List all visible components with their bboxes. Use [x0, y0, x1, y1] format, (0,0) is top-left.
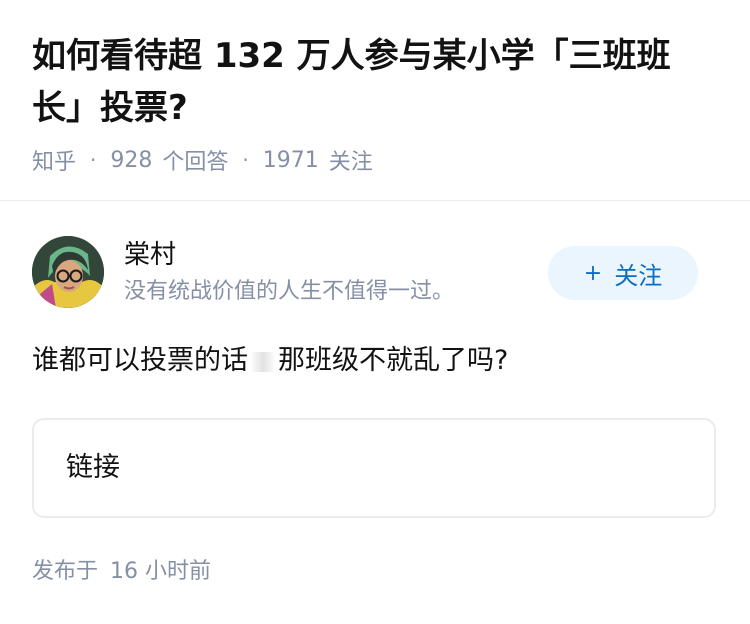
follower-count: 1971: [262, 147, 319, 173]
avatar[interactable]: [32, 236, 104, 308]
link-card[interactable]: 链接: [32, 418, 716, 518]
meta-separator: ·: [90, 148, 97, 172]
author-card: 棠村 没有统战价值的人生不值得一过。 + 关注: [32, 236, 722, 310]
link-card-label: 链接: [66, 452, 120, 483]
answer-count: 928: [110, 147, 153, 173]
meta-separator: ·: [242, 148, 249, 172]
answer-text-part: 那班级不就乱了吗?: [278, 345, 509, 376]
answer-count-label: 个回答: [162, 150, 229, 175]
follow-button-label: 关注: [614, 261, 663, 290]
source-label[interactable]: 知乎: [32, 144, 76, 176]
follow-button[interactable]: + 关注: [548, 246, 698, 300]
avatar-image: [32, 236, 104, 308]
follower-count-label: 关注: [328, 150, 373, 175]
author-name[interactable]: 棠村: [124, 236, 176, 274]
publish-time: 发布于 16 小时前: [32, 556, 211, 588]
blurred-text-mark: [250, 351, 276, 372]
question-title[interactable]: 如何看待超 132 万人参与某小学「三班班长」投票?: [32, 30, 712, 134]
answer-text-part: 谁都可以投票的话: [32, 345, 248, 376]
answer-content: 谁都可以投票的话 那班级不就乱了吗?: [32, 338, 508, 384]
author-bio: 没有统战价值的人生不值得一过。: [124, 279, 455, 304]
section-divider: [0, 200, 750, 201]
publish-prefix: 发布于: [32, 559, 99, 584]
publish-time-value: 16 小时前: [110, 559, 212, 584]
question-meta: 知乎 · 928 个回答 · 1971 关注: [32, 143, 373, 177]
plus-icon: +: [583, 260, 603, 286]
